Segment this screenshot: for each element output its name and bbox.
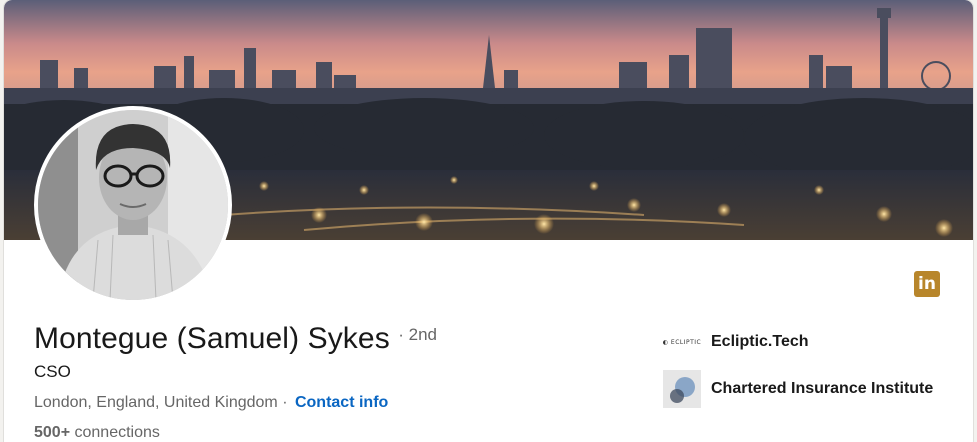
connection-degree: · 2nd [398, 325, 437, 344]
profile-location: London, England, United Kingdom [34, 394, 278, 411]
connections-number: 500+ [34, 424, 71, 441]
contact-info-link[interactable]: Contact info [295, 394, 388, 411]
connections-label: connections [74, 424, 160, 441]
cii-logo [663, 370, 701, 408]
profile-name-row: Montegue (Samuel) Sykes · 2nd [34, 322, 437, 356]
profile-name: Montegue (Samuel) Sykes [34, 322, 390, 355]
ecliptic-logo: ◐ ECLIPTIC [662, 338, 702, 346]
org-name-cii: Chartered Insurance Institute [711, 380, 934, 397]
profile-headline: CSO [34, 362, 71, 381]
connections-count[interactable]: 500+ connections [34, 424, 160, 442]
separator-dot: · [282, 394, 288, 411]
profile-location-row: London, England, United Kingdom · Contac… [34, 394, 388, 412]
org-ecliptic[interactable]: ◐ ECLIPTIC Ecliptic.Tech [663, 323, 809, 361]
linkedin-icon[interactable]: in [914, 271, 940, 297]
org-name-ecliptic: Ecliptic.Tech [711, 333, 809, 350]
org-cii[interactable]: Chartered Insurance Institute [663, 370, 933, 408]
profile-card: in Montegue (Samuel) Sykes · 2nd CSO Lon… [4, 0, 973, 442]
profile-avatar[interactable] [34, 106, 232, 304]
